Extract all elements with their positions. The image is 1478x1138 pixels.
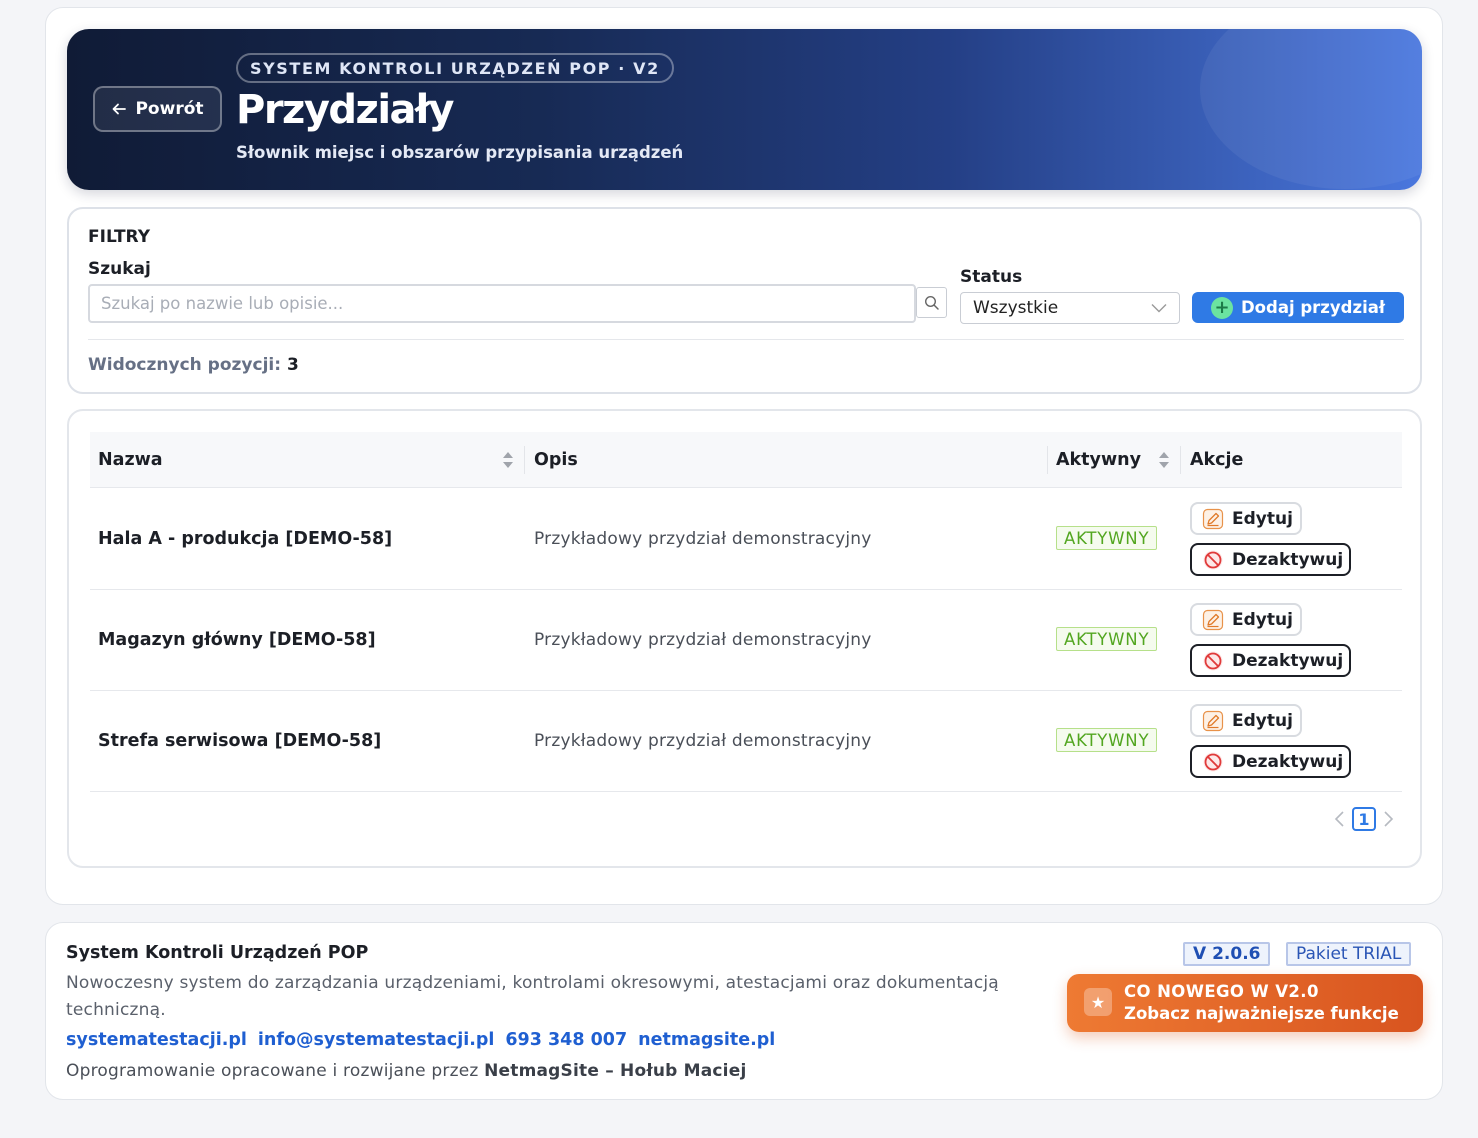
header-decoration [1200,29,1422,189]
edit-label: Edytuj [1232,609,1293,630]
table-header: Nazwa Opis Aktywny Akcje [90,432,1402,488]
row-description: Przykładowy przydział demonstracyjny [534,529,872,549]
column-header-actions-label: Akcje [1190,450,1244,470]
phone-link[interactable]: 693 348 007 [505,1030,627,1050]
edit-icon [1202,609,1224,630]
table-row: Hala A - produkcja [DEMO-58] Przykładowy… [90,489,1402,590]
search-input[interactable] [88,284,916,323]
column-header-name-label: Nazwa [98,450,163,470]
edit-label: Edytuj [1232,508,1293,529]
back-button[interactable]: Powrót [93,86,222,132]
edit-button[interactable]: Edytuj [1190,704,1302,737]
filters-panel: FILTRY Szukaj Status Wszystkie + Dodaj p… [67,207,1422,394]
status-select[interactable]: Wszystkie [960,292,1180,324]
search-button[interactable] [916,287,947,318]
footer-credit: Oprogramowanie opracowane i rozwijane pr… [66,1061,746,1081]
star-icon: ★ [1084,988,1112,1016]
edit-icon [1202,508,1224,529]
ban-icon [1203,752,1223,771]
page-number[interactable]: 1 [1352,807,1376,831]
footer: System Kontroli Urządzeń POP Nowoczesny … [45,922,1443,1100]
pagination: 1 [1334,807,1394,831]
plus-icon: + [1210,296,1233,319]
footer-description: Nowoczesny system do zarządzania urządze… [66,973,999,1020]
column-header-active-label: Aktywny [1056,450,1141,470]
column-header-description: Opis [534,432,578,488]
chevron-right-icon[interactable] [1382,810,1394,828]
search-label: Szukaj [88,259,151,279]
row-description: Przykładowy przydział demonstracyjny [534,630,872,650]
email-link[interactable]: info@systematestacji.pl [258,1030,494,1050]
footer-title: System Kontroli Urządzeń POP [66,943,369,963]
column-header-description-label: Opis [534,450,578,470]
credit-author: NetmagSite – Hołub Maciej [484,1061,747,1081]
version-badge: V 2.0.6 [1183,942,1271,966]
table-panel: Nazwa Opis Aktywny Akcje Hala A - produk… [67,409,1422,868]
row-name: Strefa serwisowa [DEMO-58] [98,731,382,751]
status-selected-value: Wszystkie [973,298,1059,318]
deactivate-button[interactable]: Dezaktywuj [1190,543,1351,576]
main-panel: Powrót SYSTEM KONTROLI URZĄDZEŃ POP · V2… [45,7,1443,905]
sort-icon[interactable] [501,449,515,471]
visible-count-value: 3 [286,355,299,375]
website-link[interactable]: systematestacji.pl [66,1030,247,1050]
deactivate-button[interactable]: Dezaktywuj [1190,644,1351,677]
author-site-link[interactable]: netmagsite.pl [638,1030,775,1050]
row-name: Hala A - produkcja [DEMO-58] [98,529,393,549]
filters-divider [88,339,1404,340]
table-row: Strefa serwisowa [DEMO-58] Przykładowy p… [90,691,1402,792]
status-badge: AKTYWNY [1056,728,1158,752]
deactivate-label: Dezaktywuj [1232,549,1344,570]
column-header-active[interactable]: Aktywny [1056,432,1141,488]
status-badge: AKTYWNY [1056,627,1158,651]
table-row: Magazyn główny [DEMO-58] Przykładowy prz… [90,590,1402,691]
add-assignment-button[interactable]: + Dodaj przydział [1192,292,1404,323]
edit-label: Edytuj [1232,710,1293,731]
filters-title: FILTRY [88,227,151,247]
row-description: Przykładowy przydział demonstracyjny [534,731,872,751]
column-separator [524,446,525,474]
ban-icon [1203,651,1223,670]
deactivate-label: Dezaktywuj [1232,650,1344,671]
column-header-actions: Akcje [1190,432,1243,488]
edit-button[interactable]: Edytuj [1190,603,1302,636]
whats-new-title: CO NOWEGO W V2.0 [1124,982,1319,1001]
page-header: Powrót SYSTEM KONTROLI URZĄDZEŃ POP · V2… [67,29,1422,190]
plan-badge: Pakiet TRIAL [1286,942,1412,966]
credit-prefix: Oprogramowanie opracowane i rozwijane pr… [66,1061,479,1081]
app-eyebrow: SYSTEM KONTROLI URZĄDZEŃ POP · V2 [236,53,674,83]
whats-new-button[interactable]: ★ CO NOWEGO W V2.0 Zobacz najważniejsze … [1067,974,1423,1032]
edit-button[interactable]: Edytuj [1190,502,1302,535]
column-separator [1047,446,1048,474]
page-subtitle: Słownik miejsc i obszarów przypisania ur… [236,143,684,162]
search-icon [924,295,939,310]
whats-new-subtitle: Zobacz najważniejsze funkcje [1124,1004,1399,1023]
arrow-left-icon [113,103,127,115]
sort-icon[interactable] [1157,449,1171,471]
column-separator [1180,446,1181,474]
page-title: Przydziały [236,87,454,133]
add-button-label: Dodaj przydział [1240,298,1385,317]
status-label: Status [960,267,1023,287]
visible-count-label: Widocznych pozycji: [88,355,282,375]
footer-links: systematestacji.pl info@systematestacji.… [66,1030,775,1050]
deactivate-label: Dezaktywuj [1232,751,1344,772]
chevron-left-icon[interactable] [1334,810,1346,828]
chevron-down-icon [1151,304,1167,313]
edit-icon [1202,710,1224,731]
back-label: Powrót [135,99,204,119]
deactivate-button[interactable]: Dezaktywuj [1190,745,1351,778]
visible-count: Widocznych pozycji: 3 [88,355,299,375]
row-name: Magazyn główny [DEMO-58] [98,630,376,650]
column-header-name[interactable]: Nazwa [98,432,163,488]
ban-icon [1203,550,1223,569]
status-badge: AKTYWNY [1056,526,1158,550]
